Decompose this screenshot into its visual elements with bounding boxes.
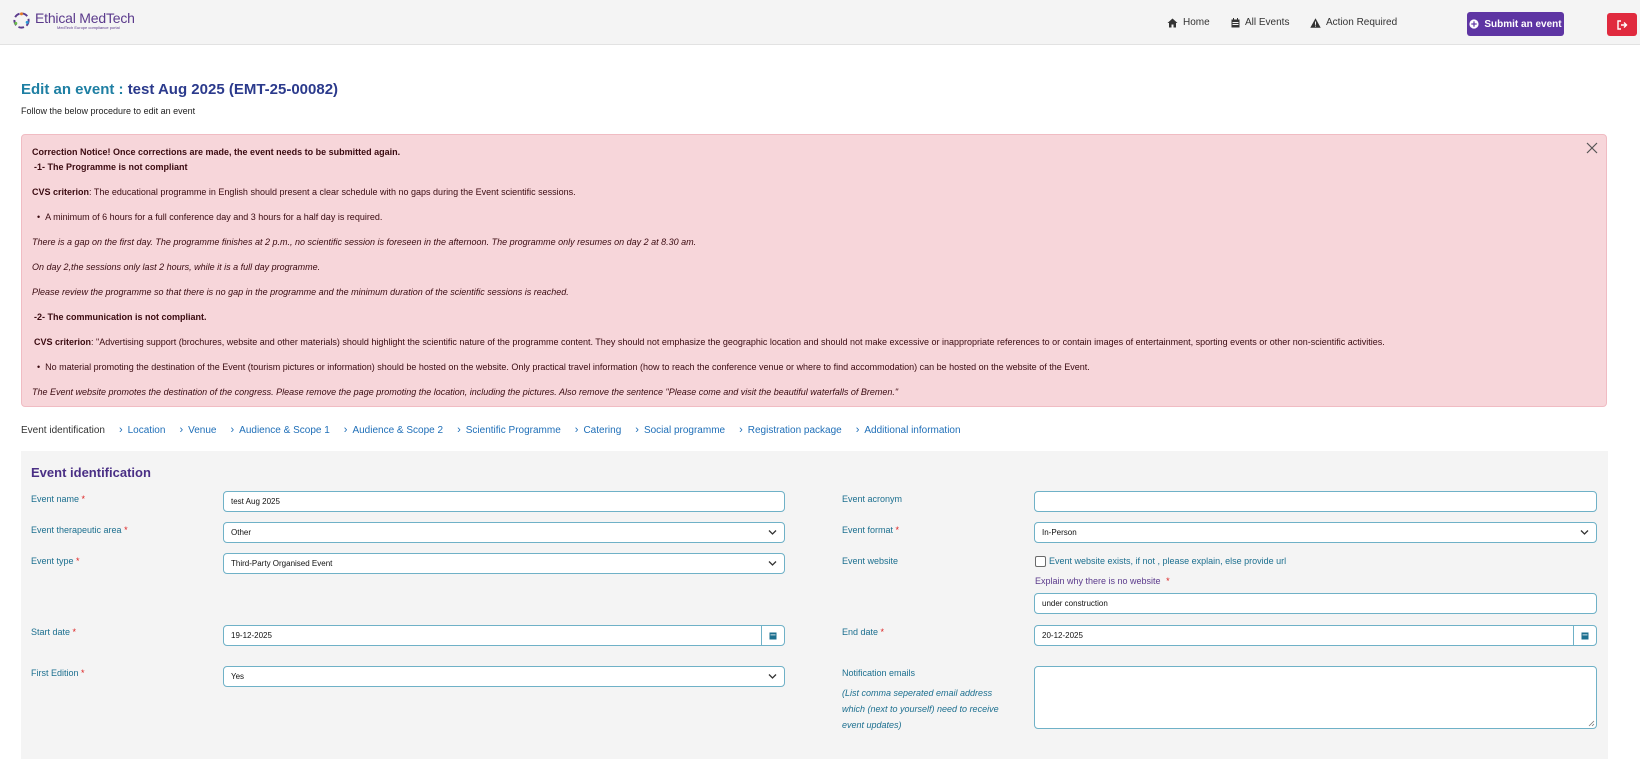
chevron-right-icon: › bbox=[855, 424, 860, 436]
alert-bullet2: • No material promoting the destination … bbox=[37, 362, 1090, 372]
logout-button[interactable] bbox=[1607, 13, 1637, 36]
acronym-input[interactable] bbox=[1034, 491, 1597, 512]
chevron-down-icon bbox=[768, 561, 777, 566]
correction-alert: Correction Notice! Once corrections are … bbox=[21, 134, 1607, 407]
step-location[interactable]: Location bbox=[128, 425, 166, 436]
logo-icon bbox=[13, 12, 30, 29]
nav-all-events-label: All Events bbox=[1245, 17, 1290, 28]
nav-action-required[interactable]: Action Required bbox=[1310, 17, 1397, 28]
chevron-right-icon: › bbox=[457, 424, 461, 436]
no-website-label: Explain why there is no website * bbox=[1035, 576, 1170, 586]
step-breadcrumb: Event identification › Location › Venue › A… bbox=[21, 424, 961, 436]
step-audience-scope-1[interactable]: Audience & Scope 1 bbox=[239, 425, 330, 436]
submit-event-label: Submit an event bbox=[1484, 18, 1562, 30]
nav-all-events[interactable]: All Events bbox=[1231, 17, 1289, 28]
event-format-label: Event format * bbox=[842, 525, 900, 535]
calendar-button[interactable] bbox=[761, 626, 784, 645]
chevron-right-icon: › bbox=[635, 424, 639, 436]
chevron-right-icon: › bbox=[230, 424, 235, 436]
brand-logo[interactable]: Ethical MedTech MedTech Europe complianc… bbox=[12, 11, 135, 30]
first-edition-select[interactable]: Yes bbox=[223, 666, 785, 687]
event-type-label: Event type * bbox=[31, 556, 80, 566]
step-event-identification[interactable]: Event identification bbox=[21, 425, 105, 436]
chevron-right-icon: › bbox=[739, 424, 743, 436]
step-registration-package[interactable]: Registration package bbox=[748, 425, 842, 436]
alert-bullet1: • A minimum of 6 hours for a full confer… bbox=[37, 212, 383, 222]
alert-comment1a: There is a gap on the first day. The pro… bbox=[32, 237, 697, 247]
chevron-down-icon bbox=[768, 674, 777, 679]
step-venue[interactable]: Venue bbox=[188, 425, 216, 436]
step-scientific-programme[interactable]: Scientific Programme bbox=[466, 425, 561, 436]
step-additional-information[interactable]: Additional information bbox=[864, 425, 960, 436]
home-icon bbox=[1167, 18, 1178, 27]
page-subtitle: Follow the below procedure to edit an ev… bbox=[21, 106, 196, 116]
calendar-icon bbox=[1581, 632, 1589, 640]
alert-comment1b: On day 2,the sessions only last 2 hours,… bbox=[32, 262, 321, 272]
website-exists-checkbox[interactable] bbox=[1035, 556, 1046, 567]
chevron-right-icon: › bbox=[118, 424, 123, 436]
alert-cvs1: CVS criterion: The educational programme… bbox=[32, 187, 576, 197]
event-type-select[interactable]: Third-Party Organised Event bbox=[223, 553, 785, 574]
notification-hint-line3: event updates) bbox=[842, 720, 902, 730]
resize-grip-icon[interactable] bbox=[1588, 720, 1595, 727]
event-name-label: Event name * bbox=[31, 494, 86, 504]
top-navbar: Ethical MedTech MedTech Europe complianc… bbox=[0, 0, 1640, 45]
notification-hint-line1: (List comma seperated email address bbox=[842, 688, 993, 698]
close-icon[interactable] bbox=[1585, 141, 1599, 155]
start-date-label: Start date * bbox=[31, 627, 77, 637]
calendar-icon bbox=[769, 632, 777, 640]
nav-home-label: Home bbox=[1183, 17, 1210, 28]
therapeutic-area-select[interactable]: Other bbox=[223, 522, 785, 543]
chevron-right-icon: › bbox=[574, 424, 579, 436]
event-website-label: Event website bbox=[842, 556, 899, 566]
nav-action-required-label: Action Required bbox=[1326, 17, 1398, 28]
event-format-select[interactable]: In-Person bbox=[1034, 522, 1597, 543]
section-title: Event identification bbox=[31, 465, 151, 480]
nav-home[interactable]: Home bbox=[1167, 17, 1210, 28]
alert-issue1-title: -1- The Programme is not compliant bbox=[34, 162, 188, 172]
alert-cvs2: CVS criterion: "Advertising support (bro… bbox=[34, 337, 1385, 347]
notification-emails-textarea[interactable] bbox=[1034, 666, 1597, 729]
chevron-down-icon bbox=[1580, 530, 1589, 535]
calendar-icon bbox=[1231, 17, 1240, 27]
alert-comment2: The Event website promotes the destinati… bbox=[32, 387, 899, 397]
event-name-input[interactable]: test Aug 2025 bbox=[223, 491, 785, 512]
end-date-label: End date * bbox=[842, 627, 885, 637]
warning-icon bbox=[1310, 17, 1321, 28]
acronym-label: Event acronym bbox=[842, 494, 903, 504]
notification-hint-line2: which (next to yourself) need to receive bbox=[842, 704, 999, 714]
start-date-input[interactable]: 19-12-2025 bbox=[223, 625, 785, 646]
page-title: Edit an event : test Aug 2025 (EMT-25-00… bbox=[21, 81, 339, 98]
step-audience-scope-2[interactable]: Audience & Scope 2 bbox=[352, 425, 443, 436]
chevron-right-icon: › bbox=[343, 424, 348, 436]
logout-icon bbox=[1616, 19, 1627, 30]
brand-name: Ethical MedTech bbox=[35, 10, 135, 26]
notification-emails-label: Notification emails bbox=[842, 668, 916, 678]
step-catering[interactable]: Catering bbox=[583, 425, 621, 436]
therapeutic-area-label: Event therapeutic area * bbox=[31, 525, 128, 535]
website-exists-label[interactable]: Event website exists, if not , please ex… bbox=[1049, 556, 1286, 566]
chevron-right-icon: › bbox=[179, 424, 184, 436]
first-edition-label: First Edition * bbox=[31, 668, 85, 678]
submit-event-button[interactable]: Submit an event bbox=[1467, 12, 1564, 36]
calendar-button[interactable] bbox=[1573, 626, 1596, 645]
alert-comment1c: Please review the programme so that ther… bbox=[32, 287, 569, 297]
end-date-input[interactable]: 20-12-2025 bbox=[1034, 625, 1597, 646]
step-social-programme[interactable]: Social programme bbox=[644, 425, 725, 436]
chevron-down-icon bbox=[768, 530, 777, 535]
plus-circle-icon bbox=[1469, 19, 1479, 29]
no-website-reason-input[interactable]: under construction bbox=[1034, 593, 1597, 614]
alert-notice: Correction Notice! Once corrections are … bbox=[32, 147, 401, 157]
alert-issue2-title: -2- The communication is not compliant. bbox=[34, 312, 207, 322]
